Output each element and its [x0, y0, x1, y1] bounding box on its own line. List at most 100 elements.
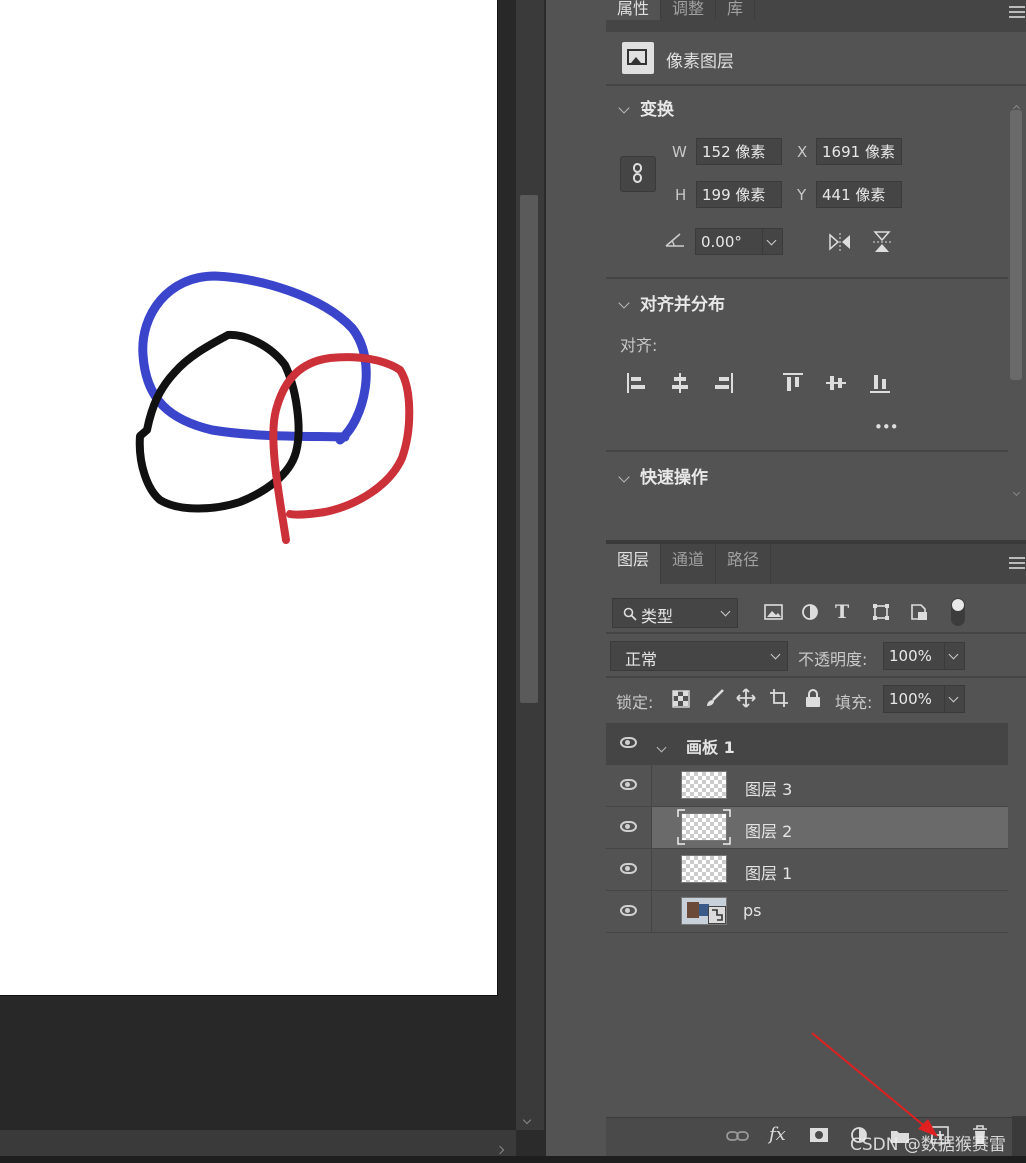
properties-scroll-thumb[interactable] — [1010, 110, 1022, 380]
layer-name: 图层 2 — [745, 822, 793, 841]
x-position-field[interactable]: 1691 像素 — [816, 138, 902, 165]
status-strip — [0, 1156, 1026, 1163]
artboard-canvas[interactable] — [0, 0, 498, 996]
smart-object-thumbnail — [681, 897, 727, 925]
align-bottom-icon[interactable] — [869, 372, 891, 398]
lock-all-icon[interactable] — [804, 688, 822, 712]
opacity-field[interactable]: 100% — [883, 642, 965, 670]
panel-edge — [1012, 1116, 1026, 1156]
quick-actions-collapse-icon[interactable] — [618, 466, 630, 485]
filter-pixel-icon[interactable] — [764, 603, 784, 625]
angle-icon — [664, 232, 686, 252]
link-layers-icon[interactable] — [726, 1128, 750, 1147]
canvas-vertical-scroll-thumb[interactable] — [520, 195, 538, 703]
layer-name: ps — [743, 901, 762, 920]
filter-kind-label: 类型 — [641, 607, 674, 626]
lock-position-move-icon[interactable] — [736, 688, 756, 712]
chevron-down-icon — [770, 649, 781, 660]
layer-row-layer-1[interactable]: 图层 1 — [606, 849, 1008, 891]
chevron-down-icon[interactable] — [766, 235, 777, 246]
divider — [606, 450, 1008, 452]
filter-shape-icon[interactable] — [872, 603, 890, 625]
chevron-down-icon[interactable] — [948, 692, 959, 703]
layer-style-fx-icon[interactable]: fx — [769, 1124, 786, 1145]
divider — [606, 84, 1026, 86]
thumbnail-selection-frame — [677, 809, 731, 845]
tab-channels[interactable]: 通道 — [661, 544, 717, 584]
tab-libraries[interactable]: 库 — [716, 0, 756, 20]
flip-horizontal-icon[interactable] — [828, 232, 852, 256]
y-label: Y — [797, 186, 807, 204]
expand-group-icon[interactable] — [656, 736, 667, 755]
layer-filter-select[interactable]: 类型 — [612, 598, 738, 628]
visibility-eye-icon[interactable] — [620, 737, 637, 748]
visibility-eye-icon[interactable] — [620, 863, 637, 874]
opacity-label: 不透明度: — [798, 650, 868, 669]
scroll-down-icon[interactable] — [522, 1108, 532, 1125]
align-collapse-icon[interactable] — [618, 292, 630, 311]
tab-layers[interactable]: 图层 — [606, 544, 662, 584]
filter-toggle-switch[interactable] — [951, 598, 965, 626]
align-label: 对齐: — [620, 336, 658, 355]
angle-field[interactable]: 0.00° — [695, 228, 783, 255]
divider — [606, 676, 1026, 678]
properties-panel-menu-icon[interactable] — [1009, 6, 1025, 18]
fill-field[interactable]: 100% — [883, 685, 965, 713]
chevron-down-icon — [720, 606, 731, 617]
layer-row-layer-2[interactable]: 图层 2 — [606, 807, 1008, 849]
right-panel: 属性 调整 库 像素图层 变换 W 152 像素 X 1691 像素 H 199… — [606, 0, 1026, 1157]
link-dimensions-button[interactable] — [620, 156, 656, 192]
transform-collapse-icon[interactable] — [618, 97, 630, 116]
align-right-icon[interactable] — [712, 372, 734, 398]
transform-section-title[interactable]: 变换 — [640, 95, 674, 120]
y-position-field[interactable]: 441 像素 — [816, 181, 902, 208]
width-field[interactable]: 152 像素 — [696, 138, 782, 165]
group-name: 画板 1 — [686, 738, 735, 757]
align-vertical-center-icon[interactable] — [825, 372, 847, 398]
filter-type-icon[interactable]: T — [835, 601, 849, 623]
scroll-right-icon[interactable] — [495, 1138, 505, 1155]
properties-scroll-up-icon[interactable] — [1012, 96, 1022, 113]
quick-actions-section-title[interactable]: 快速操作 — [640, 463, 708, 488]
layer-group-artboard[interactable]: 画板 1 — [606, 723, 1008, 765]
lock-artboard-crop-icon[interactable] — [769, 688, 789, 712]
divider — [651, 849, 652, 891]
more-options-icon[interactable]: ••• — [874, 418, 899, 436]
align-section-title[interactable]: 对齐并分布 — [640, 290, 725, 315]
visibility-eye-icon[interactable] — [620, 821, 637, 832]
fill-value: 100% — [889, 690, 932, 708]
search-icon — [623, 606, 637, 625]
blend-mode-select[interactable]: 正常 — [610, 641, 788, 671]
layers-panel-menu-icon[interactable] — [1009, 557, 1025, 569]
height-field[interactable]: 199 像素 — [696, 181, 782, 208]
tab-paths[interactable]: 路径 — [716, 544, 772, 584]
angle-value: 0.00° — [701, 233, 742, 251]
smart-object-badge-icon — [708, 906, 726, 924]
tab-adjustments[interactable]: 调整 — [661, 0, 717, 20]
layer-row-ps[interactable]: ps — [606, 891, 1008, 933]
layers-tabbar: 图层 通道 路径 — [606, 544, 1026, 584]
visibility-eye-icon[interactable] — [620, 779, 637, 790]
divider — [606, 632, 1026, 634]
lock-image-pixels-brush-icon[interactable] — [705, 688, 725, 712]
layer-thumbnail — [681, 855, 727, 883]
layer-row-layer-3[interactable]: 图层 3 — [606, 765, 1008, 807]
filter-adjustment-icon[interactable] — [801, 603, 819, 625]
align-horizontal-center-icon[interactable] — [669, 372, 691, 398]
properties-tabbar: 属性 调整 库 — [606, 0, 1026, 32]
panel-dock-gap — [544, 0, 606, 1156]
watermark-text: CSDN @数据猴赛雷 — [850, 1135, 1006, 1155]
filter-smart-object-icon[interactable] — [910, 603, 928, 625]
tab-properties[interactable]: 属性 — [606, 0, 662, 20]
layer-name: 图层 1 — [745, 864, 793, 883]
chevron-down-icon[interactable] — [948, 649, 959, 660]
align-left-icon[interactable] — [626, 372, 648, 398]
lock-transparent-pixels-icon[interactable] — [672, 690, 690, 712]
align-top-icon[interactable] — [782, 372, 804, 398]
panel-divider — [544, 0, 546, 1156]
flip-vertical-icon[interactable] — [872, 230, 892, 258]
canvas-horizontal-scrollbar[interactable] — [0, 1130, 516, 1156]
visibility-eye-icon[interactable] — [620, 905, 637, 916]
properties-scroll-down-icon[interactable] — [1012, 480, 1022, 497]
width-label: W — [672, 143, 687, 161]
